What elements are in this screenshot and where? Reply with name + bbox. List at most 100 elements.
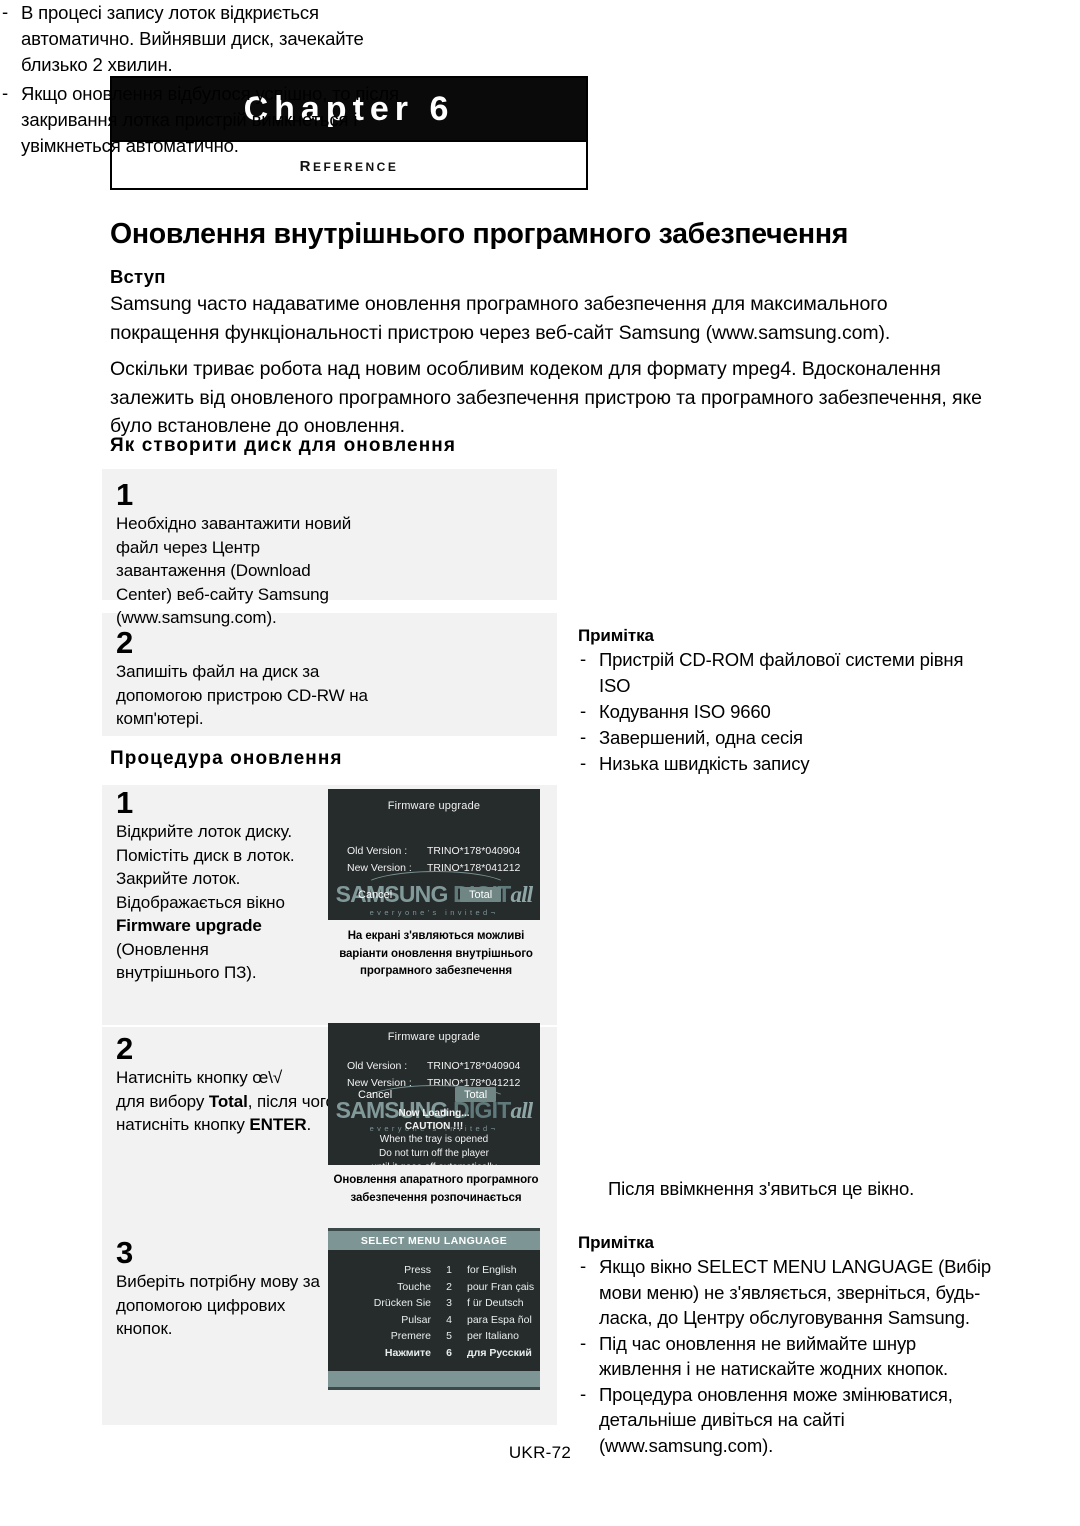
- lang-row-german[interactable]: Drücken Sie 3 f ür Deutsch: [328, 1295, 540, 1312]
- osd2-old-label: Old Version :: [347, 1060, 408, 1072]
- proc1-line5: (Оновлення: [116, 939, 209, 959]
- osd2-warn-1: When the tray is opened: [379, 1134, 489, 1145]
- lang-row-italian[interactable]: Premere 5 per Italiano: [328, 1328, 540, 1345]
- osd1-title: Firmware upgrade: [387, 800, 481, 812]
- note-language-block: Примітка - Якщо вікно SELECT MENU LANGUAG…: [578, 1233, 998, 1458]
- lang-row-french[interactable]: Touche 2 pour Fran çais: [328, 1279, 540, 1296]
- right-bullet-2: Якщо оновлення відбулося успішно, то піс…: [21, 83, 399, 156]
- osd2-old-value: TRINO*178*040904: [427, 1060, 521, 1072]
- lang-screen-rows: Press 1 for English Touche 2 pour Fran çais …: [328, 1250, 540, 1371]
- osd2-total-button[interactable]: Total: [455, 1087, 497, 1102]
- bullet-dash-icon: -: [2, 82, 9, 103]
- create-step-1-number: 1: [116, 477, 133, 512]
- note-iso-item-3: Завершений, одна сесія: [599, 727, 803, 748]
- osd1-old-label: Old Version :: [347, 845, 408, 857]
- bullet-dash-icon: -: [2, 1, 9, 22]
- create-step-2-number: 2: [116, 625, 133, 660]
- lang-screen-footer-bar: [328, 1371, 540, 1387]
- proc1-line6: внутрішнього ПЗ).: [116, 963, 257, 982]
- lang-verb: Нажмите: [384, 1346, 431, 1359]
- create-disc-heading: Як створити диск для оновлення: [110, 435, 457, 456]
- bullet-dash-icon: -: [580, 700, 587, 721]
- procedure-step-1-text: Відкрийте лоток диску. Помістіть диск в …: [116, 820, 331, 985]
- osd1-total-button[interactable]: Total: [460, 887, 502, 902]
- lang-verb: Touche: [397, 1280, 431, 1293]
- firmware-upgrade-screen-1: Firmware upgrade Old Version : TRINO*178*…: [328, 789, 540, 920]
- osd2-caption: Оновлення апаратного програмного забезпе…: [333, 1174, 539, 1204]
- note-iso-item-1: Пристрій CD-ROM файлової системи рівня I…: [599, 649, 964, 696]
- lang-name: f ür Deutsch: [467, 1297, 524, 1309]
- bullet-dash-icon: -: [580, 752, 587, 773]
- proc1-line3: Закрийте лоток.: [116, 869, 241, 888]
- osd2-cancel-button[interactable]: Cancel: [358, 1089, 392, 1101]
- manual-page: Chapter 6 Reference Оновлення внутрішньо…: [0, 0, 1080, 1526]
- lang-number: 5: [446, 1330, 452, 1342]
- lang-row-english[interactable]: Press 1 for English: [328, 1262, 540, 1279]
- list-item: - Кодування ISO 9660: [578, 699, 998, 725]
- list-item: - Завершений, одна сесія: [578, 725, 998, 751]
- lang-verb: Press: [404, 1264, 431, 1276]
- lang-name: pour Fran çais: [467, 1280, 535, 1293]
- list-item: - Під час оновлення не виймайте шнур живл…: [578, 1331, 998, 1382]
- bullet-dash-icon: -: [580, 1331, 587, 1353]
- bullet-dash-icon: -: [580, 726, 587, 747]
- osd1-cancel-button[interactable]: Cancel: [358, 889, 392, 901]
- osd2-loading-text: Now Loading... CAUTION !!!: [328, 1107, 540, 1133]
- page-title: Оновлення внутрішнього програмного забез…: [110, 218, 849, 250]
- intro-paragraph-1: Samsung часто надаватиме оновлення прогр…: [110, 293, 891, 344]
- bullet-dash-icon: -: [580, 1255, 587, 1276]
- procedure-step-1-number: 1: [116, 785, 133, 820]
- bullet-dash-icon: -: [580, 648, 587, 669]
- osd1-caption: На екрані з'являються можливі варіанти о…: [339, 930, 533, 977]
- bullet-dash-icon: -: [580, 1382, 587, 1404]
- procedure-step-3-number: 3: [116, 1235, 133, 1270]
- create-step-1-text: Необхідно завантажити новий файл через Ц…: [116, 514, 352, 627]
- proc1-line4: Відображається вікно: [116, 892, 285, 912]
- note-iso-item-2: Кодування ISO 9660: [599, 701, 771, 722]
- procedure-step-3-text: Виберіть потрібну мову за допомогою цифр…: [116, 1272, 320, 1338]
- lang-row-spanish[interactable]: Pulsar 4 para Espa ñol: [328, 1312, 540, 1329]
- osd2-old-row: Old Version : TRINO*178*040904: [347, 1058, 520, 1075]
- proc1-bold-firmware: Firmware upgrade: [116, 916, 262, 935]
- proc2-bold-total: Total: [208, 1091, 248, 1111]
- proc1-line2: Помістіть диск в лоток.: [116, 845, 295, 865]
- osd1-old-row: Old Version : TRINO*178*040904: [347, 843, 520, 860]
- proc2-part2: для вибору: [116, 1091, 209, 1111]
- create-step-2-text: Запишіть файл на диск за допомогою прист…: [116, 662, 368, 728]
- list-item: -В процесі запису лоток відкриється авто…: [0, 0, 410, 78]
- proc2-bold-enter: ENTER: [249, 1115, 307, 1134]
- list-item: - Якщо оновлення відбулося успішно, то пі…: [0, 81, 410, 159]
- lang-number: 6: [446, 1346, 452, 1359]
- list-item: - Низька швидкість запису: [578, 751, 998, 777]
- osd2-warn-3: until it goes off automatically: [328, 1161, 540, 1165]
- lang-row-russian[interactable]: Нажмите 6 для Русский: [328, 1345, 540, 1362]
- note-iso-block: Примітка - Пристрій CD-ROM файлової систе…: [578, 626, 998, 777]
- list-item: - Якщо вікно SELECT MENU LANGUAGE (Вибір …: [578, 1254, 998, 1331]
- select-menu-language-screen: SELECT MENU LANGUAGE Press 1 for English T…: [328, 1228, 540, 1390]
- lang-name: для Русский: [467, 1346, 532, 1359]
- osd2-title: Firmware upgrade: [387, 1031, 481, 1043]
- lang-number: 2: [446, 1280, 452, 1293]
- procedure-step-2-number: 2: [116, 1031, 133, 1066]
- lang-verb: Drücken Sie: [373, 1297, 431, 1309]
- note-language-title: Примітка: [578, 1233, 654, 1252]
- lang-number: 3: [446, 1297, 452, 1309]
- note-iso-item-4: Низька швидкість запису: [599, 753, 810, 774]
- list-item: - Пристрій CD-ROM файлової системи рівня …: [578, 647, 998, 699]
- procedure-heading: Процедура оновлення: [110, 748, 343, 769]
- samsung-logo-tagline: everyone's invited¬: [369, 908, 499, 917]
- note-language-list: - Якщо вікно SELECT MENU LANGUAGE (Вибір …: [578, 1254, 998, 1458]
- note-iso-title: Примітка: [578, 626, 654, 645]
- lang-name: per Italiano: [467, 1330, 519, 1342]
- page-number-footer: UKR-72: [508, 1443, 572, 1462]
- osd2-warn-2: Do not turn off the player: [379, 1148, 489, 1159]
- right-bullet-1: В процесі запису лоток відкриється автом…: [21, 2, 364, 75]
- proc2-part1: Натисніть кнопку œ\√: [116, 1068, 283, 1087]
- procedure-step-2-text: Натисніть кнопку œ\√ для вибору Total, п…: [116, 1066, 336, 1137]
- after-power-on-text: Після ввімкнення з'явиться це вікно.: [608, 1178, 915, 1199]
- intro-heading: Вступ: [110, 266, 166, 287]
- intro-paragraph-2: Оскільки триває робота над новим особлив…: [110, 358, 982, 437]
- note-lang-item-1: Якщо вікно SELECT MENU LANGUAGE (Вибір м…: [599, 1256, 992, 1328]
- proc1-line1: Відкрийте лоток диску.: [116, 822, 292, 841]
- lang-verb: Premere: [390, 1330, 431, 1342]
